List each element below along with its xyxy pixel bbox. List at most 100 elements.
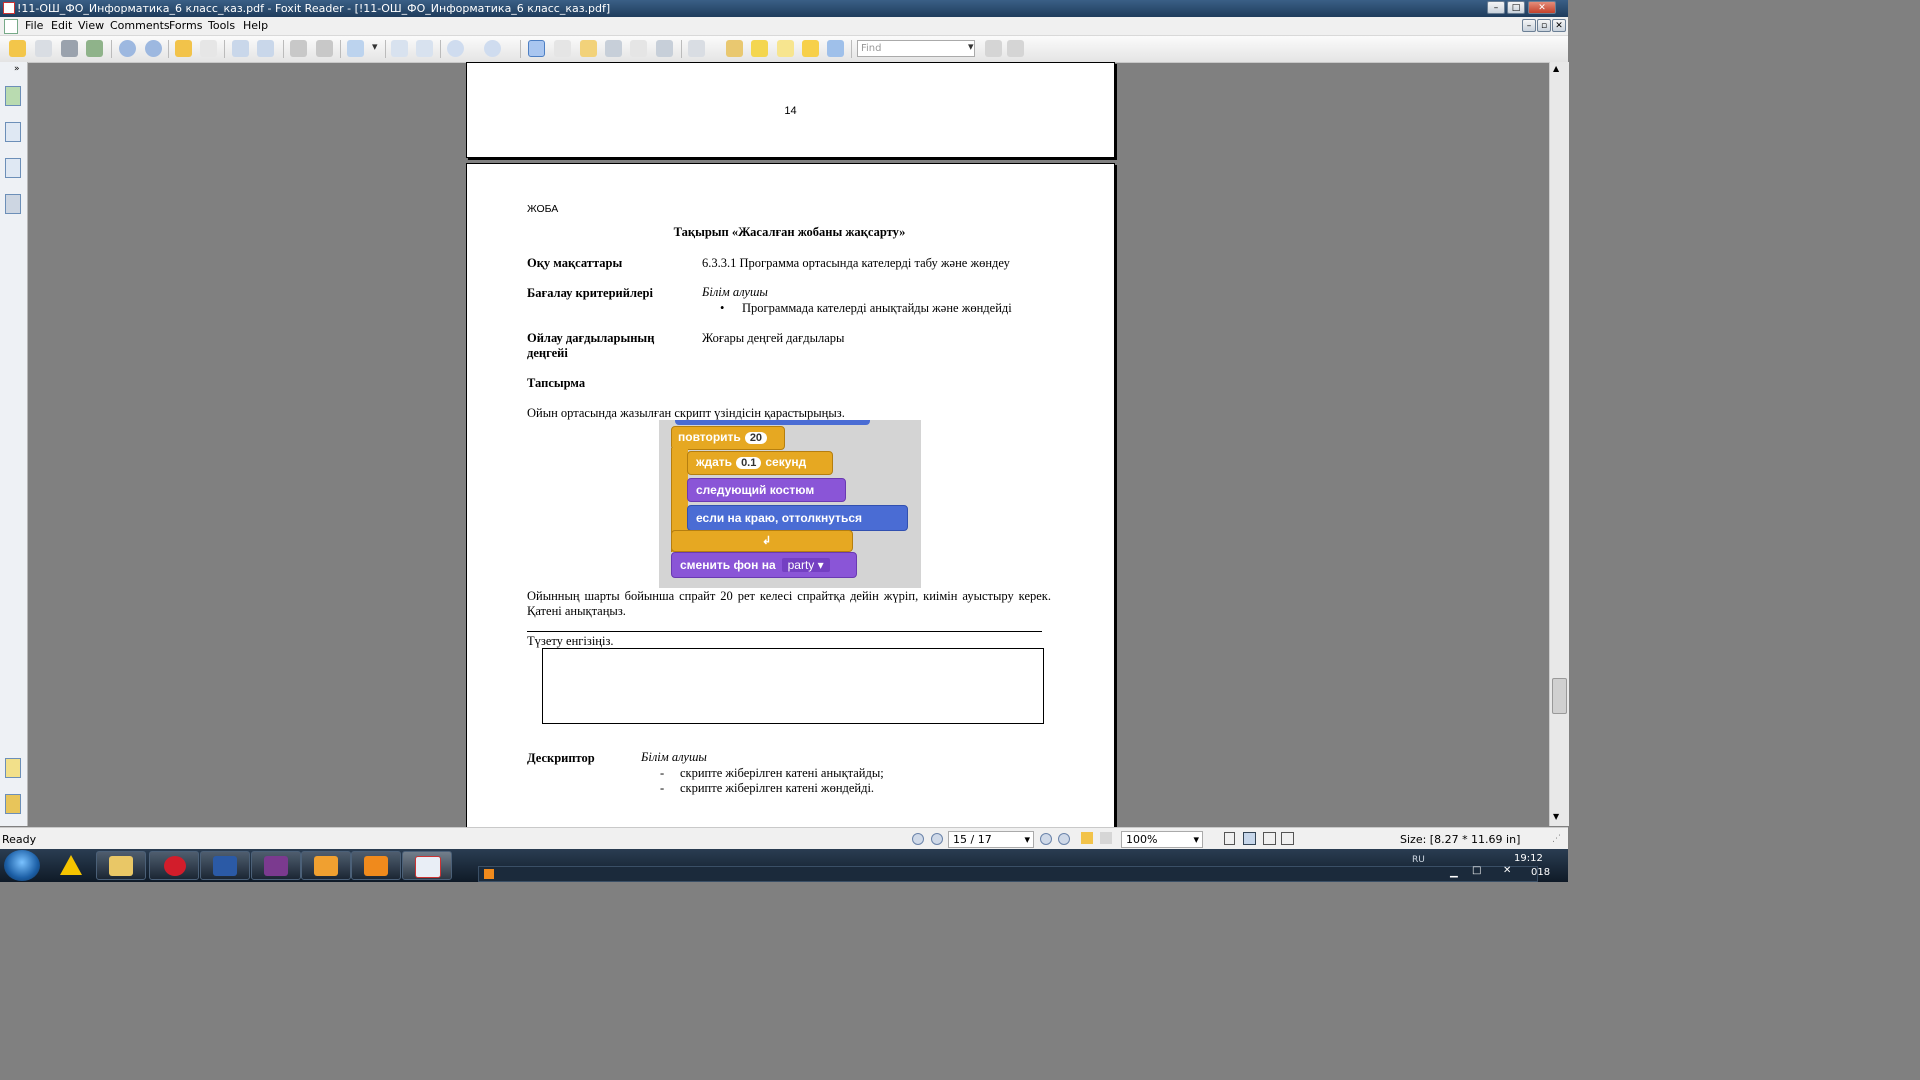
- window-title: !11-ОШ_ФО_Информатика_6 класс_каз.pdf - …: [17, 2, 611, 15]
- last-page-icon[interactable]: [1058, 833, 1070, 845]
- attachments-icon[interactable]: [5, 794, 21, 814]
- scroll-up-icon[interactable]: ▲: [1553, 64, 1559, 73]
- select-annotation-icon[interactable]: [580, 40, 597, 57]
- taskbar-explorer[interactable]: [96, 851, 146, 880]
- doc-close-button[interactable]: ✕: [1552, 19, 1566, 32]
- minimize-button[interactable]: –: [1487, 1, 1505, 14]
- email-icon[interactable]: [86, 40, 103, 57]
- vertical-scrollbar[interactable]: ▲ ▼: [1549, 62, 1569, 826]
- menu-comments[interactable]: Comments: [110, 19, 170, 32]
- pen-icon[interactable]: [688, 40, 705, 57]
- zoom-in-icon[interactable]: [347, 40, 364, 57]
- comments-panel-icon[interactable]: [5, 758, 21, 778]
- redo-icon[interactable]: [316, 40, 333, 57]
- scroll-down-icon[interactable]: ▼: [1553, 812, 1559, 821]
- zoom-plus-icon[interactable]: [484, 40, 501, 57]
- layers-icon[interactable]: [5, 194, 21, 214]
- taskbar-word[interactable]: [200, 851, 250, 880]
- text-box-icon[interactable]: [777, 40, 794, 57]
- menu-tools[interactable]: Tools: [208, 19, 235, 32]
- facing-view-icon[interactable]: [1263, 832, 1276, 845]
- open-icon[interactable]: [9, 40, 26, 57]
- continuous-view-icon[interactable]: [1243, 832, 1256, 845]
- previous-page-icon[interactable]: [931, 833, 943, 845]
- page-number: 14: [784, 105, 797, 117]
- winrar-icon: [264, 856, 288, 876]
- hand-tool-icon[interactable]: [528, 40, 545, 57]
- page-number-field[interactable]: 15 / 17 ▾: [948, 831, 1034, 848]
- find-prev-icon[interactable]: [985, 40, 1002, 57]
- taskbar-winrar[interactable]: [251, 851, 301, 880]
- taskbar-foxit[interactable]: [402, 851, 452, 880]
- forward-icon[interactable]: [200, 40, 217, 57]
- taskbar-scratch[interactable]: [301, 851, 351, 880]
- learning-objectives-value: 6.3.3.1 Программа ортасында кателерді та…: [702, 256, 1010, 270]
- pages-icon[interactable]: [5, 122, 21, 142]
- learning-objectives-label: Оқу мақсаттары: [527, 256, 623, 270]
- continuous-facing-view-icon[interactable]: [1281, 832, 1294, 845]
- annotations-icon[interactable]: [5, 158, 21, 178]
- single-page-view-icon[interactable]: [1224, 832, 1235, 845]
- scrollbar-thumb[interactable]: [1552, 678, 1567, 714]
- typewriter-icon[interactable]: [630, 40, 647, 57]
- taskbar-media-player[interactable]: [351, 851, 401, 880]
- previous-block-edge: [675, 420, 870, 425]
- undo-icon[interactable]: [290, 40, 307, 57]
- back-icon[interactable]: [175, 40, 192, 57]
- thumb-maximize-icon[interactable]: □: [1472, 865, 1481, 876]
- descriptor-label: Дескриптор: [527, 751, 595, 765]
- close-button[interactable]: ✕: [1528, 1, 1556, 14]
- menu-file[interactable]: File: [25, 19, 43, 32]
- document-icon[interactable]: [4, 19, 18, 34]
- maximize-button[interactable]: □: [1507, 1, 1525, 14]
- go-back-icon[interactable]: [1081, 832, 1093, 844]
- arrow-icon[interactable]: [827, 40, 844, 57]
- clock-time[interactable]: 19:12: [1514, 853, 1543, 864]
- menu-forms[interactable]: Forms: [169, 19, 202, 32]
- first-page-icon[interactable]: [912, 833, 924, 845]
- doc-minimize-button[interactable]: –: [1522, 19, 1536, 32]
- menu-help[interactable]: Help: [243, 19, 268, 32]
- resize-grip-icon[interactable]: ⋰: [1552, 834, 1564, 846]
- zoom-dropdown-icon[interactable]: ▾: [372, 40, 380, 57]
- note-icon[interactable]: [802, 40, 819, 57]
- find-icon[interactable]: [605, 40, 622, 57]
- highlight-icon[interactable]: [751, 40, 768, 57]
- taskbar-opera[interactable]: [149, 851, 199, 880]
- find-input[interactable]: Find: [857, 40, 975, 57]
- zoom-field[interactable]: 100% ▾: [1121, 831, 1203, 848]
- answer-line: [527, 631, 1042, 632]
- doc-restore-button[interactable]: ▫: [1537, 19, 1551, 32]
- find-dropdown-icon[interactable]: ▾: [968, 40, 976, 57]
- avast-icon[interactable]: [60, 855, 82, 875]
- scratch-icon: [314, 856, 338, 876]
- descriptor-learner: Білім алушы: [641, 750, 707, 764]
- rotate-right-icon[interactable]: [416, 40, 433, 57]
- expand-panel-icon[interactable]: »: [14, 64, 20, 74]
- descriptor-item: скрипте жіберілген катені анықтайды;: [680, 766, 884, 780]
- thumb-close-icon[interactable]: ✕: [1503, 865, 1511, 876]
- print-icon[interactable]: [61, 40, 78, 57]
- prev-page-icon[interactable]: [119, 40, 136, 57]
- go-forward-icon[interactable]: [1100, 832, 1112, 844]
- start-button[interactable]: [4, 850, 40, 881]
- snapshot-icon[interactable]: [656, 40, 673, 57]
- save-icon[interactable]: [35, 40, 52, 57]
- extract-page-icon[interactable]: [232, 40, 249, 57]
- eraser-icon[interactable]: [726, 40, 743, 57]
- insert-page-icon[interactable]: [257, 40, 274, 57]
- select-text-icon[interactable]: [554, 40, 571, 57]
- clock-date[interactable]: 018: [1531, 867, 1550, 878]
- assessment-criteria-bullet: Программада кателерді анықтайды және жөн…: [742, 301, 1012, 315]
- thumb-minimize-icon[interactable]: ▁: [1450, 867, 1458, 878]
- zoom-out-icon[interactable]: [447, 40, 464, 57]
- rotate-left-icon[interactable]: [391, 40, 408, 57]
- menu-view[interactable]: View: [78, 19, 104, 32]
- bookmarks-icon[interactable]: [5, 86, 21, 106]
- next-page-icon[interactable]: [1040, 833, 1052, 845]
- menu-edit[interactable]: Edit: [51, 19, 72, 32]
- next-page-icon[interactable]: [145, 40, 162, 57]
- language-indicator[interactable]: RU: [1412, 855, 1425, 865]
- find-next-icon[interactable]: [1007, 40, 1024, 57]
- status-bar: Ready 15 / 17 ▾ 100% ▾ Size: [8.27 * 11.69…: [0, 827, 1568, 850]
